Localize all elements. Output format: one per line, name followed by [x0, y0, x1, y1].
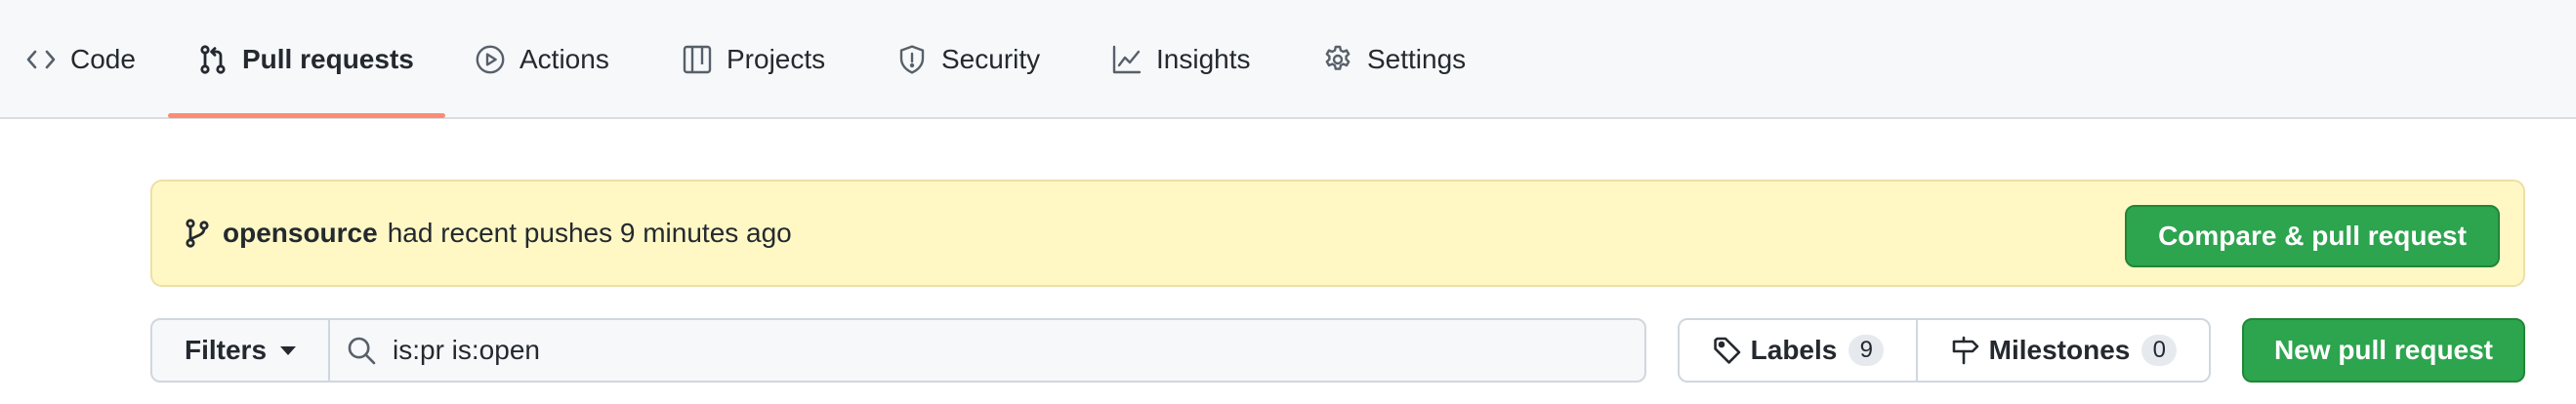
tab-insights-label: Insights — [1156, 44, 1251, 74]
gear-icon — [1322, 44, 1353, 75]
labels-label: Labels — [1750, 335, 1838, 365]
recent-push-banner: opensource had recent pushes 9 minutes a… — [150, 180, 2525, 287]
table-icon — [682, 44, 713, 75]
tab-code[interactable]: Code — [18, 0, 144, 119]
shield-icon — [896, 44, 928, 75]
tab-security-label: Security — [941, 44, 1041, 74]
branch-name[interactable]: opensource — [223, 218, 378, 249]
git-pull-request-icon — [197, 44, 229, 75]
filters-label: Filters — [184, 335, 268, 365]
graph-icon — [1111, 44, 1143, 75]
repo-nav: Code Pull requests Actions Projects Secu… — [0, 0, 2576, 119]
code-icon — [25, 44, 57, 75]
tab-pull-requests-label: Pull requests — [242, 44, 414, 74]
play-icon — [475, 44, 506, 75]
labels-milestones-group: Labels 9 Milestones 0 — [1678, 318, 2211, 383]
tab-projects-label: Projects — [727, 44, 826, 74]
tab-code-label: Code — [70, 44, 136, 74]
tab-settings-label: Settings — [1367, 44, 1467, 74]
compare-pull-request-button[interactable]: Compare & pull request — [2125, 205, 2500, 267]
milestones-label: Milestones — [1988, 335, 2131, 365]
labels-count-badge: 9 — [1849, 335, 1885, 366]
filter-bar: Filters — [150, 318, 1646, 383]
caret-down-icon — [280, 345, 297, 355]
labels-button[interactable]: Labels 9 — [1680, 320, 1918, 381]
milestones-count-badge: 0 — [2141, 335, 2178, 366]
push-message-text: had recent pushes 9 minutes ago — [387, 218, 792, 248]
search-box[interactable] — [330, 320, 1644, 381]
tab-pull-requests[interactable]: Pull requests — [189, 0, 422, 119]
tab-actions[interactable]: Actions — [467, 0, 617, 119]
tab-actions-label: Actions — [519, 44, 609, 74]
git-branch-icon — [182, 218, 213, 249]
search-input[interactable] — [393, 335, 1564, 366]
tab-projects[interactable]: Projects — [674, 0, 833, 119]
tab-settings[interactable]: Settings — [1314, 0, 1474, 119]
tab-security[interactable]: Security — [889, 0, 1048, 119]
filters-dropdown-button[interactable]: Filters — [152, 320, 330, 381]
new-pull-request-button[interactable]: New pull request — [2242, 318, 2525, 383]
recent-push-message: opensource had recent pushes 9 minutes a… — [182, 182, 792, 285]
search-icon — [346, 335, 377, 366]
milestone-icon — [1950, 335, 1981, 366]
tab-insights[interactable]: Insights — [1103, 0, 1259, 119]
milestones-button[interactable]: Milestones 0 — [1918, 320, 2209, 381]
tag-icon — [1712, 335, 1743, 366]
selected-tab-underline — [168, 113, 445, 118]
